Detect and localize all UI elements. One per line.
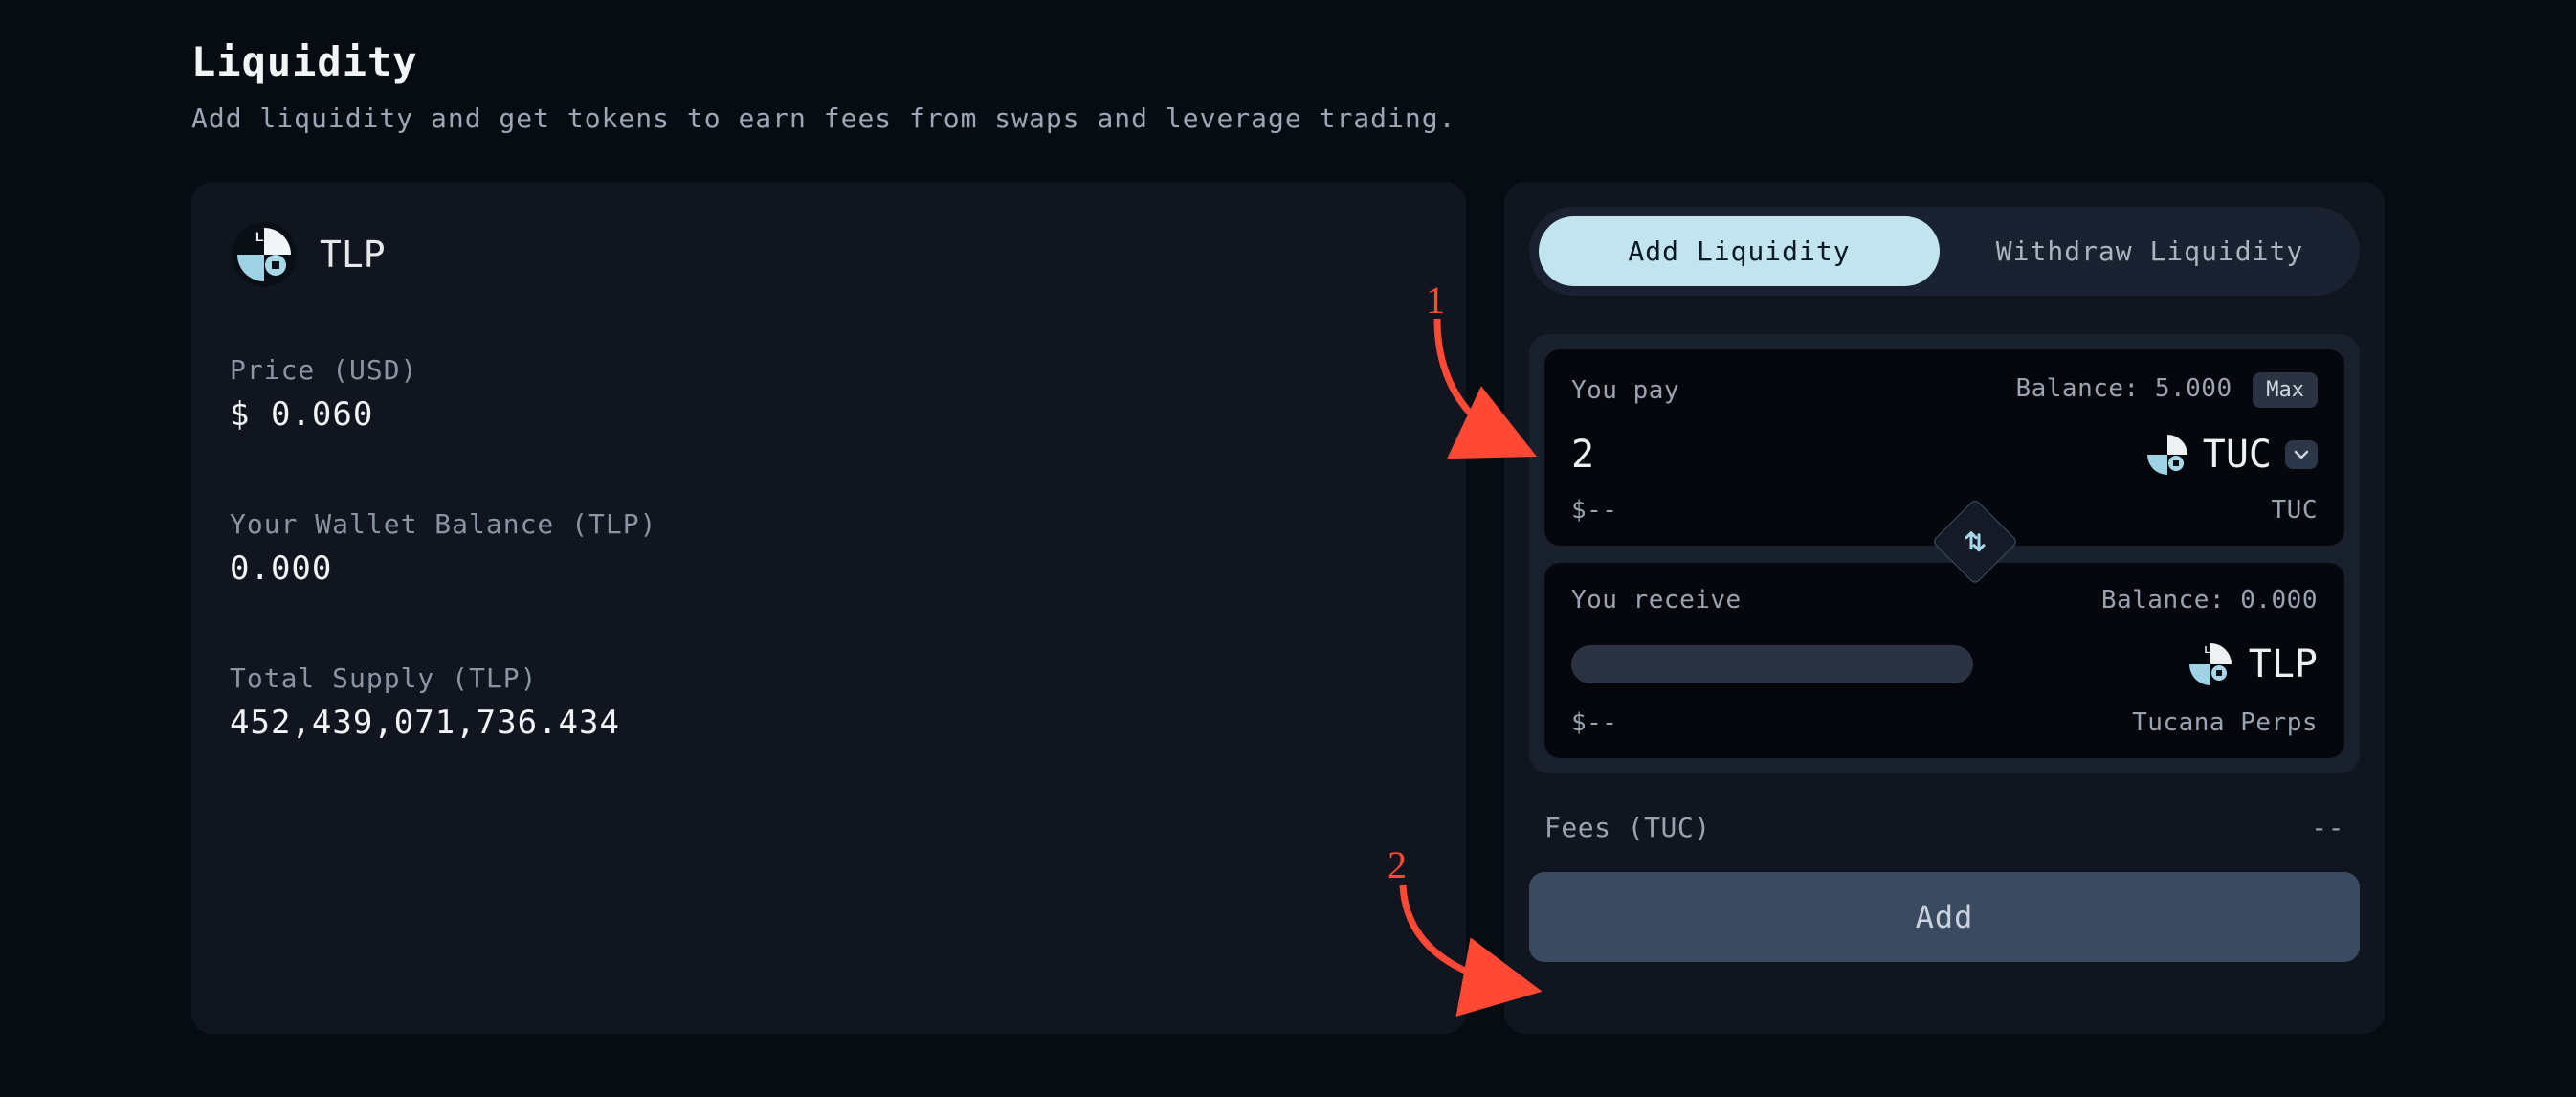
fees-label: Fees (TUC)	[1544, 812, 1711, 843]
tlp-icon: LP	[230, 220, 299, 289]
tuc-icon	[2145, 433, 2189, 477]
receive-box: You receive Balance: 0.000	[1544, 563, 2344, 758]
receive-token-symbol: TLP	[2249, 642, 2318, 686]
tab-withdraw-liquidity[interactable]: Withdraw Liquidity	[1949, 216, 2350, 286]
swap-container: You pay Balance: 5.000 Max	[1529, 334, 2360, 773]
receive-label: You receive	[1571, 586, 1742, 615]
receive-amount-skeleton	[1571, 645, 1973, 683]
total-supply-label: Total Supply (TLP)	[230, 662, 1428, 694]
pay-fiat-value: $--	[1571, 496, 1617, 525]
total-supply-value: 452,439,071,736.434	[230, 704, 1428, 742]
tab-add-liquidity[interactable]: Add Liquidity	[1539, 216, 1940, 286]
max-button[interactable]: Max	[2253, 372, 2318, 408]
receive-fiat-value: $--	[1571, 708, 1617, 737]
wallet-balance-value: 0.000	[230, 549, 1428, 588]
tlp-icon: LP	[2186, 639, 2235, 689]
pay-balance: Balance: 5.000	[2015, 374, 2232, 403]
receive-token-full: Tucana Perps	[2132, 708, 2318, 737]
pool-info-card: LP TLP Price (USD) $ 0.060 Your Wallet B…	[191, 182, 1466, 1034]
receive-token-display: LP TLP	[2186, 639, 2318, 689]
svg-text:LP: LP	[255, 229, 273, 244]
fees-value: --	[2311, 812, 2344, 843]
swap-arrows-icon	[1959, 525, 1991, 557]
page-title: Liquidity	[191, 38, 2385, 85]
page-subtitle: Add liquidity and get tokens to earn fee…	[191, 102, 2385, 134]
pay-amount-input[interactable]	[1571, 433, 1944, 477]
price-value: $ 0.060	[230, 395, 1428, 434]
pay-label: You pay	[1571, 376, 1679, 405]
chevron-down-icon	[2285, 440, 2318, 469]
pool-token-symbol: TLP	[320, 234, 386, 276]
pay-box: You pay Balance: 5.000 Max	[1544, 349, 2344, 546]
wallet-balance-label: Your Wallet Balance (TLP)	[230, 508, 1428, 540]
pay-token-symbol: TUC	[2203, 433, 2272, 477]
add-button[interactable]: Add	[1529, 872, 2360, 962]
pay-token-selector[interactable]: TUC	[2145, 433, 2318, 477]
price-label: Price (USD)	[230, 354, 1428, 386]
receive-balance: Balance: 0.000	[2101, 586, 2318, 615]
pay-token-full: TUC	[2272, 496, 2318, 525]
svg-text:LP: LP	[2204, 645, 2216, 656]
liquidity-tabs: Add Liquidity Withdraw Liquidity	[1529, 207, 2360, 296]
liquidity-form-card: Add Liquidity Withdraw Liquidity You pay…	[1504, 182, 2385, 1034]
